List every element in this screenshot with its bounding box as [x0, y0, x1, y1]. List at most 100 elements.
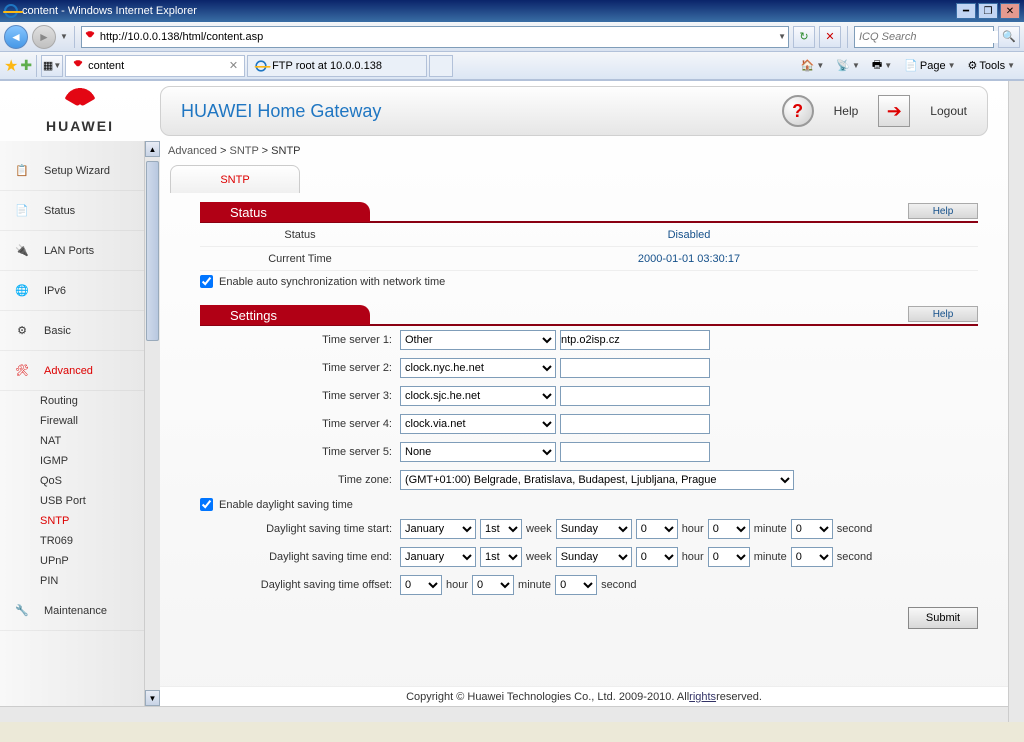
time-server-4-select[interactable]: clock.via.net: [400, 414, 556, 434]
minimize-button[interactable]: ━: [956, 3, 976, 19]
dst-end-weekord-select[interactable]: 1st: [480, 547, 522, 567]
search-box[interactable]: [854, 26, 994, 48]
quick-tabs-button[interactable]: ▦▼: [41, 55, 63, 77]
sidebar-sub-usb-port[interactable]: USB Port: [0, 491, 144, 511]
dst-offset-hour-select[interactable]: 0: [400, 575, 442, 595]
sidebar-item-lan-ports[interactable]: 🔌LAN Ports: [0, 231, 144, 271]
sidebar-scrollbar[interactable]: ▲ ▼: [144, 141, 160, 706]
dst-start-weekord-select[interactable]: 1st: [480, 519, 522, 539]
page-menu-button[interactable]: 📄Page▼: [899, 55, 960, 77]
current-time-value: 2000-01-01 03:30:17: [400, 253, 978, 265]
dst-start-day-select[interactable]: Sunday: [556, 519, 632, 539]
autosync-checkbox[interactable]: [200, 275, 213, 288]
search-button[interactable]: 🔍: [998, 26, 1020, 48]
dst-offset-row: Daylight saving time offset: 0 hour 0 mi…: [200, 571, 978, 599]
advanced-icon: 🛠: [10, 359, 34, 383]
dst-end-minute-select[interactable]: 0: [708, 547, 750, 567]
forward-button[interactable]: ►: [32, 25, 56, 49]
search-input[interactable]: [859, 31, 1002, 43]
help-icon[interactable]: ?: [782, 95, 814, 127]
dst-end-day-select[interactable]: Sunday: [556, 547, 632, 567]
viewport-scrollbar-horizontal[interactable]: [0, 706, 1008, 722]
time-server-2-input[interactable]: [560, 358, 710, 378]
refresh-button[interactable]: ↻: [793, 26, 815, 48]
breadcrumb: Advanced > SNTP > SNTP: [160, 141, 1008, 163]
breadcrumb-l1[interactable]: Advanced: [168, 145, 217, 157]
status-icon: 📄: [10, 199, 34, 223]
home-button[interactable]: 🏠▼: [796, 55, 830, 77]
restore-button[interactable]: ❐: [978, 3, 998, 19]
close-window-button[interactable]: ✕: [1000, 3, 1020, 19]
status-row: Status Disabled: [200, 223, 978, 247]
add-favorite-icon[interactable]: ✚: [20, 57, 32, 74]
browser-tab-1[interactable]: content ✕: [65, 55, 245, 77]
dst-start-month-select[interactable]: January: [400, 519, 476, 539]
stop-button[interactable]: ✕: [819, 26, 841, 48]
new-tab-button[interactable]: [429, 55, 453, 77]
status-help-button[interactable]: Help: [908, 203, 978, 219]
sidebar-sub-pin[interactable]: PIN: [0, 571, 144, 591]
time-server-4-input[interactable]: [560, 414, 710, 434]
content-tab-sntp[interactable]: SNTP: [170, 165, 300, 193]
dst-end-hour-select[interactable]: 0: [636, 547, 678, 567]
huawei-logo: HUAWEI: [20, 88, 140, 134]
sidebar-sub-firewall[interactable]: Firewall: [0, 411, 144, 431]
brand-text: HUAWEI: [46, 118, 114, 134]
sidebar-item-status[interactable]: 📄Status: [0, 191, 144, 231]
page-footer: Copyright © Huawei Technologies Co., Ltd…: [160, 686, 1008, 706]
scroll-down-icon[interactable]: ▼: [145, 690, 160, 706]
sidebar-item-ipv6[interactable]: 🌐IPv6: [0, 271, 144, 311]
close-tab-icon[interactable]: ✕: [229, 59, 238, 72]
sidebar-item-maintenance[interactable]: 🔧Maintenance: [0, 591, 144, 631]
address-bar[interactable]: ▼: [81, 26, 789, 48]
sidebar-sub-sntp[interactable]: SNTP: [0, 511, 144, 531]
submit-button[interactable]: Submit: [908, 607, 978, 629]
breadcrumb-l2[interactable]: SNTP: [229, 145, 258, 157]
footer-rights-link[interactable]: rights: [689, 691, 716, 703]
back-button[interactable]: ◄: [4, 25, 28, 49]
time-server-5-input[interactable]: [560, 442, 710, 462]
time-server-3-input[interactable]: [560, 386, 710, 406]
dst-end-second-select[interactable]: 0: [791, 547, 833, 567]
dst-enable-checkbox[interactable]: [200, 498, 213, 511]
dst-start-minute-select[interactable]: 0: [708, 519, 750, 539]
dst-end-month-select[interactable]: January: [400, 547, 476, 567]
time-server-3-select[interactable]: clock.sjc.he.net: [400, 386, 556, 406]
url-input[interactable]: [100, 31, 774, 43]
nav-history-dropdown[interactable]: ▼: [60, 32, 68, 41]
sidebar-item-advanced[interactable]: 🛠Advanced: [0, 351, 144, 391]
sidebar-item-setup-wizard[interactable]: 📋Setup Wizard: [0, 151, 144, 191]
dst-start-second-select[interactable]: 0: [791, 519, 833, 539]
sidebar-item-basic[interactable]: ⚙Basic: [0, 311, 144, 351]
logout-link[interactable]: Logout: [930, 104, 967, 118]
help-link[interactable]: Help: [834, 104, 859, 118]
favorites-icon[interactable]: ★: [4, 56, 18, 76]
dst-offset-second-select[interactable]: 0: [555, 575, 597, 595]
tab-label: FTP root at 10.0.0.138: [272, 60, 382, 72]
print-button[interactable]: 🖶▼: [867, 55, 897, 77]
sidebar-sub-nat[interactable]: NAT: [0, 431, 144, 451]
sidebar-sub-tr069[interactable]: TR069: [0, 531, 144, 551]
scroll-thumb[interactable]: [146, 161, 159, 341]
time-server-1-select[interactable]: Other: [400, 330, 556, 350]
time-server-5-select[interactable]: None: [400, 442, 556, 462]
scroll-up-icon[interactable]: ▲: [145, 141, 160, 157]
time-server-2-select[interactable]: clock.nyc.he.net: [400, 358, 556, 378]
dst-start-hour-select[interactable]: 0: [636, 519, 678, 539]
url-history-dropdown[interactable]: ▼: [778, 32, 786, 41]
sidebar-sub-routing[interactable]: Routing: [0, 391, 144, 411]
dst-offset-minute-select[interactable]: 0: [472, 575, 514, 595]
viewport-scrollbar-vertical[interactable]: [1008, 81, 1024, 722]
time-server-5-row: Time server 5: None: [200, 438, 978, 466]
sidebar-sub-upnp[interactable]: UPnP: [0, 551, 144, 571]
timezone-select[interactable]: (GMT+01:00) Belgrade, Bratislava, Budape…: [400, 470, 794, 490]
browser-tab-2[interactable]: FTP root at 10.0.0.138: [247, 55, 427, 77]
sidebar-sub-qos[interactable]: QoS: [0, 471, 144, 491]
time-server-1-input[interactable]: [560, 330, 710, 350]
feeds-button[interactable]: 📡▼: [831, 55, 865, 77]
settings-help-button[interactable]: Help: [908, 306, 978, 322]
logout-icon[interactable]: ➔: [878, 95, 910, 127]
sidebar-sub-igmp[interactable]: IGMP: [0, 451, 144, 471]
time-server-2-row: Time server 2: clock.nyc.he.net: [200, 354, 978, 382]
tools-menu-button[interactable]: ⚙Tools▼: [963, 55, 1020, 77]
